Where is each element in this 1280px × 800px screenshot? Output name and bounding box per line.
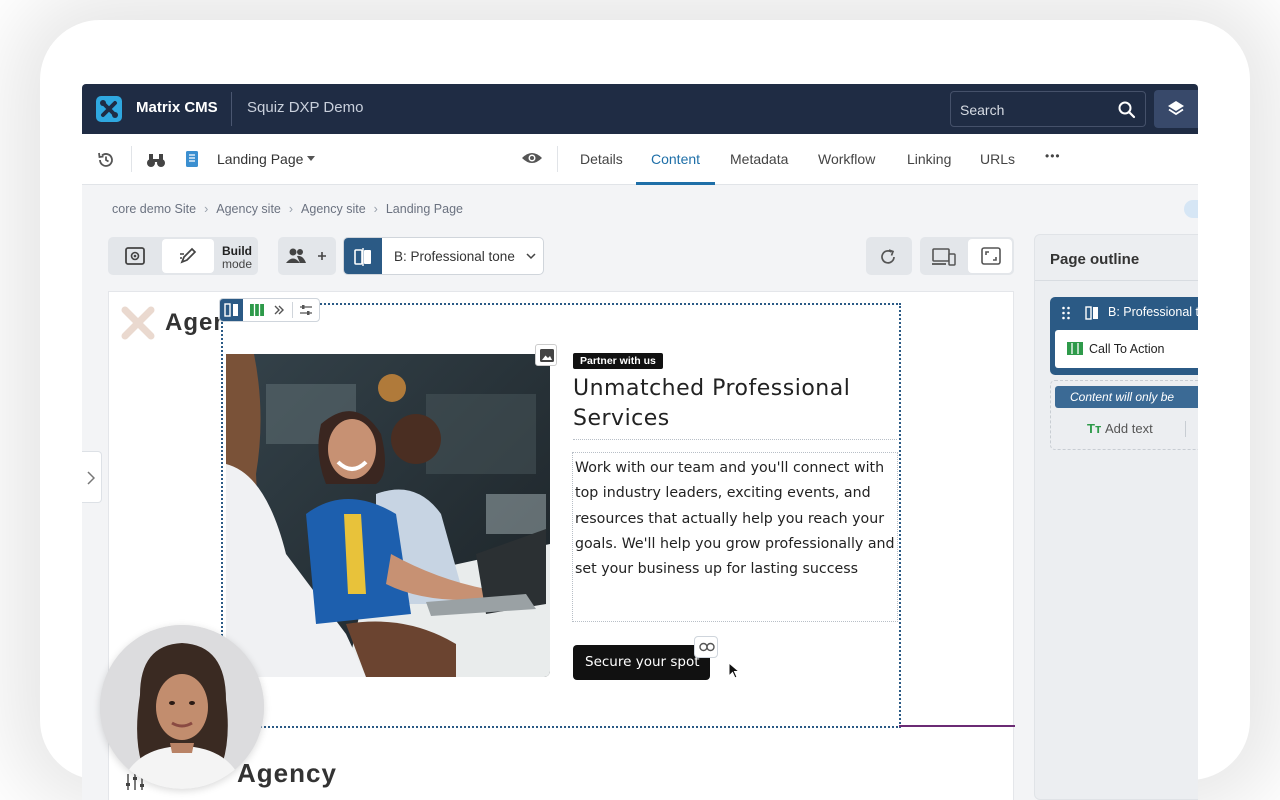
page-outline-title: Page outline bbox=[1050, 251, 1140, 268]
binoculars-icon[interactable] bbox=[146, 151, 166, 169]
columns-icon bbox=[1067, 342, 1083, 355]
variant-content-note: Content will only be bbox=[1055, 386, 1198, 408]
top-bar: Matrix CMS Squiz DXP Demo Search bbox=[82, 84, 1198, 134]
chevrons-right-icon[interactable] bbox=[273, 304, 285, 316]
topbar-divider bbox=[231, 92, 232, 126]
presenter-webcam bbox=[100, 625, 264, 789]
page-outline-panel: Page outline B: Professional t Call To A… bbox=[1034, 234, 1198, 800]
tab-workflow[interactable]: Workflow bbox=[818, 151, 875, 167]
footer-agency-logo-text: Agency bbox=[237, 758, 337, 788]
devices-icon[interactable] bbox=[932, 248, 956, 266]
tab-details[interactable]: Details bbox=[580, 151, 623, 167]
add-divider bbox=[1185, 421, 1186, 437]
image-edit-button[interactable] bbox=[535, 344, 557, 366]
link-icon bbox=[699, 642, 715, 652]
more-tabs-button[interactable]: ••• bbox=[1045, 149, 1061, 163]
layers-button[interactable] bbox=[1154, 90, 1198, 128]
cta-heading[interactable]: Unmatched Professional Services bbox=[573, 374, 893, 434]
app-name: Matrix CMS bbox=[136, 99, 218, 116]
outline-variant-label: B: Professional t bbox=[1108, 305, 1198, 319]
breadcrumb-item[interactable]: Agency site bbox=[216, 202, 281, 216]
chevron-down-icon bbox=[526, 253, 536, 260]
variant-split-icon bbox=[1085, 306, 1098, 320]
active-tab-indicator bbox=[636, 182, 715, 185]
variant-icon-background bbox=[344, 238, 382, 274]
drag-handle-icon[interactable] bbox=[1061, 306, 1071, 320]
tab-urls[interactable]: URLs bbox=[980, 151, 1015, 167]
tab-linking[interactable]: Linking bbox=[907, 151, 951, 167]
section-divider-line bbox=[899, 725, 1015, 727]
site-name[interactable]: Squiz DXP Demo bbox=[247, 99, 363, 116]
variant-label: B: Professional tone bbox=[394, 249, 515, 264]
variant-component-button[interactable] bbox=[220, 299, 243, 321]
variant-selector[interactable]: B: Professional tone bbox=[343, 237, 544, 275]
component-toolbar bbox=[219, 298, 320, 322]
eye-icon[interactable] bbox=[521, 150, 543, 166]
variant-split-icon bbox=[354, 248, 371, 266]
heading-dotted-divider bbox=[573, 439, 897, 440]
partner-badge[interactable]: Partner with us bbox=[573, 353, 663, 369]
fit-screen-icon bbox=[981, 247, 1001, 265]
outline-child-label: Call To Action bbox=[1089, 342, 1165, 356]
chevron-down-icon[interactable] bbox=[307, 156, 315, 161]
mouse-cursor-icon bbox=[728, 662, 740, 679]
add-text-button[interactable]: Add text bbox=[1105, 421, 1153, 436]
toolbar-divider bbox=[131, 146, 132, 172]
search-icon[interactable] bbox=[1117, 100, 1137, 120]
breadcrumb-separator: › bbox=[288, 202, 294, 216]
build-mode-label: Build mode bbox=[222, 245, 252, 271]
layers-icon bbox=[1168, 101, 1184, 116]
breadcrumb-item[interactable]: Agency site bbox=[301, 202, 366, 216]
expand-sidebar-handle[interactable] bbox=[82, 451, 102, 503]
outline-call-to-action-node[interactable]: Call To Action bbox=[1055, 330, 1198, 368]
asset-name-dropdown[interactable]: Landing Page bbox=[217, 151, 303, 167]
tab-metadata[interactable]: Metadata bbox=[730, 151, 788, 167]
breadcrumb-separator: › bbox=[204, 202, 209, 216]
columns-icon[interactable] bbox=[250, 304, 264, 316]
link-edit-button[interactable] bbox=[694, 636, 718, 658]
asset-toolbar: Landing Page Details Content Metadata Wo… bbox=[82, 134, 1198, 218]
breadcrumb-item[interactable]: core demo Site bbox=[112, 202, 196, 216]
outline-variant-node[interactable]: B: Professional t Call To Action bbox=[1050, 297, 1198, 375]
breadcrumb-separator: › bbox=[373, 202, 378, 216]
cta-image[interactable] bbox=[226, 354, 550, 677]
build-pencil-icon bbox=[180, 247, 197, 264]
build-label-line-1: Build bbox=[222, 244, 252, 258]
matrix-logo-icon[interactable] bbox=[96, 96, 122, 122]
page-icon bbox=[186, 151, 198, 167]
text-type-icon: Tт bbox=[1087, 421, 1102, 436]
outline-divider bbox=[1035, 280, 1198, 281]
search-input[interactable]: Search bbox=[950, 91, 1146, 127]
refresh-icon bbox=[881, 249, 895, 264]
agency-logo-icon bbox=[121, 306, 155, 340]
settings-sliders-icon[interactable] bbox=[299, 304, 313, 316]
search-placeholder: Search bbox=[960, 102, 1005, 118]
preview-icon[interactable] bbox=[125, 247, 145, 265]
breadcrumb-item[interactable]: Landing Page bbox=[386, 202, 463, 216]
variant-split-icon bbox=[224, 303, 238, 317]
personas-add-icon bbox=[286, 248, 326, 263]
status-indicator-icon[interactable] bbox=[1184, 200, 1198, 218]
image-icon bbox=[540, 349, 554, 362]
build-label-line-2: mode bbox=[222, 257, 253, 271]
breadcrumb: core demo Site › Agency site › Agency si… bbox=[112, 202, 463, 216]
toolbar-divider bbox=[292, 302, 293, 318]
chevron-right-icon bbox=[87, 471, 95, 485]
cta-body-text[interactable]: Work with our team and you'll connect wi… bbox=[572, 452, 898, 622]
tab-content[interactable]: Content bbox=[651, 151, 700, 167]
history-icon[interactable] bbox=[96, 150, 116, 170]
toolbar-divider bbox=[557, 146, 558, 172]
cta-secure-spot-button[interactable]: Secure your spot bbox=[573, 645, 710, 680]
